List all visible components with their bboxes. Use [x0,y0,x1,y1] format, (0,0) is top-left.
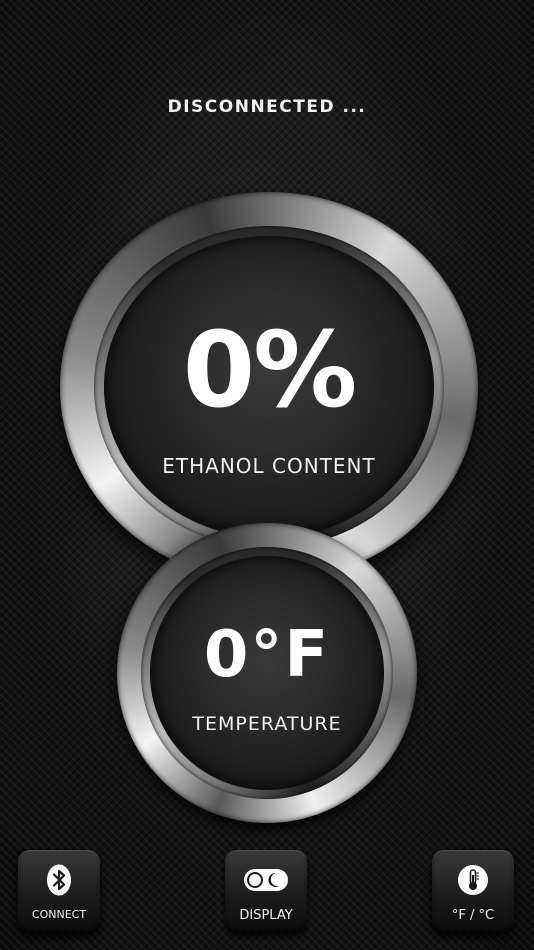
connection-status: DISCONNECTED ... [167,97,367,117]
unit-toggle-button[interactable]: °F / °C [432,850,514,932]
ethanol-label: ETHANOL CONTENT [162,454,376,478]
day-night-toggle-icon [225,864,307,896]
thermometer-icon [432,864,514,896]
connect-button-label: CONNECT [31,908,87,921]
unit-toggle-button-label: °F / °C [451,908,495,923]
bluetooth-icon [18,864,100,896]
display-button[interactable]: DISPLAY [225,850,307,932]
temperature-label: TEMPERATURE [192,713,342,735]
temperature-value: 0°F [203,618,331,692]
connect-button[interactable]: CONNECT [18,850,100,932]
display-button-label: DISPLAY [239,908,293,923]
ethanol-value: 0% [182,309,358,431]
